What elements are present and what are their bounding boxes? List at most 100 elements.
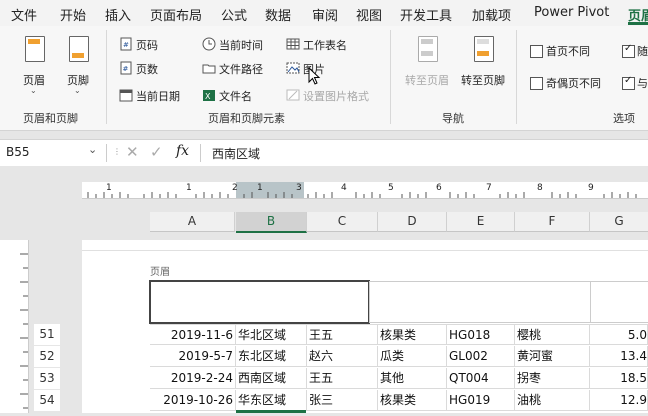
chevron-down-icon: ⌄ [74,86,81,95]
cell-region[interactable]: 东北区域 [236,346,307,367]
cell-code[interactable]: GL002 [447,346,515,367]
horizontal-ruler: 1 1 2 1 3 4 5 6 7 8 9 [82,182,648,199]
cell-value[interactable]: 5.0 [590,324,648,345]
column-header-e[interactable]: E [447,212,515,232]
align-margins-checkbox[interactable] [622,75,635,90]
cell-code[interactable]: QT004 [447,368,515,389]
goto-footer-label: 转至页脚 [461,74,505,87]
first-page-diff-label: 首页不同 [546,45,590,58]
header-left-section-input[interactable] [149,280,370,324]
tab-addins[interactable]: 加载项 [472,5,511,24]
header-center-section[interactable] [369,281,591,323]
chevron-down-icon[interactable]: ⌄ [88,143,97,156]
cell-person[interactable]: 赵六 [307,346,378,367]
ribbon: 页眉 ⌄ 页脚 ⌄ 页眉和页脚 # 页码 # 页数 当前日期 当前时间 文件路径… [0,26,648,131]
cell-person[interactable]: 王五 [307,368,378,389]
group-label-navigation: 导航 [442,112,464,125]
current-date-button[interactable]: 当前日期 [119,86,194,104]
tab-review[interactable]: 审阅 [312,5,338,24]
page-number-label: 页码 [136,39,158,52]
format-picture-button[interactable]: 设置图片格式 [286,86,386,104]
align-margins-label: 与 [637,77,648,90]
tab-home[interactable]: 开始 [60,5,86,24]
cell-category[interactable]: 其他 [378,368,447,389]
column-header-f[interactable]: F [515,212,590,232]
column-header-a[interactable]: A [150,212,235,232]
file-path-button[interactable]: 文件路径 [202,59,277,77]
page-count-button[interactable]: # 页数 [119,59,189,77]
format-picture-label: 设置图片格式 [303,90,369,103]
cell-category[interactable]: 核果类 [378,390,447,411]
chevron-down-icon: ⌄ [30,86,37,95]
cell-value[interactable]: 13.4 [590,346,648,367]
tab-power-pivot[interactable]: Power Pivot [534,5,609,20]
tab-file[interactable]: 文件 [11,5,37,24]
cell-region[interactable]: 华东区域 [236,390,307,411]
header-right-section[interactable] [590,281,648,323]
cell-person[interactable]: 张三 [307,390,378,411]
group-label-elements: 页眉和页脚元素 [208,112,285,125]
cell-date[interactable]: 2019-2-24 [150,368,236,389]
clock-icon [202,37,216,51]
cell-value[interactable]: 18.5 [590,368,648,389]
cell-value[interactable]: 12.9 [590,390,648,411]
column-header-c[interactable]: C [307,212,378,232]
scale-with-doc-checkbox[interactable] [622,43,635,58]
ruler-label: 5 [388,183,394,193]
cell-category[interactable]: 瓜类 [378,346,447,367]
sheet-name-button[interactable]: 工作表名 [286,35,361,53]
ruler-label: 4 [341,183,347,193]
goto-header-button[interactable]: 转至页眉 [402,34,452,87]
current-time-button[interactable]: 当前时间 [202,35,277,53]
picture-icon [286,62,300,74]
tab-view[interactable]: 视图 [356,5,382,24]
cell-date[interactable]: 2019-5-7 [150,346,236,367]
cell-region[interactable]: 华北区域 [236,324,307,345]
column-header-b[interactable]: B [236,212,307,233]
formula-input[interactable]: 西南区域 [212,145,260,162]
row-header-54[interactable]: 54 [34,390,60,411]
footer-doc-icon [69,36,89,62]
cell-date[interactable]: 2019-10-26 [150,390,236,411]
goto-footer-button[interactable]: 转至页脚 [457,34,509,87]
ruler-label: 7 [486,183,492,193]
tab-formulas[interactable]: 公式 [221,5,247,24]
row-header-51[interactable]: 51 [34,324,60,345]
cell-product[interactable]: 油桃 [515,390,590,411]
name-box[interactable]: B55 [6,145,30,159]
ruler-label: 3 [296,183,302,193]
insert-function-icon[interactable]: fx [176,143,189,159]
footer-button[interactable]: 页脚 ⌄ [56,34,100,95]
formula-bar: B55 ⌄ ⋮ ✕ ✓ fx 西南区域 [0,139,648,167]
confirm-icon[interactable]: ✓ [150,143,163,161]
column-header-g[interactable]: G [590,212,648,232]
column-header-d[interactable]: D [378,212,447,232]
cell-region[interactable]: 西南区域 [236,368,307,389]
cell-person[interactable]: 王五 [307,324,378,345]
divider [106,144,107,162]
cancel-icon[interactable]: ✕ [126,143,139,161]
calendar-icon [119,89,133,102]
tab-data[interactable]: 数据 [265,5,291,24]
page-number-button[interactable]: # 页码 [119,35,189,53]
tab-insert[interactable]: 插入 [105,5,131,24]
tab-developer[interactable]: 开发工具 [400,5,452,24]
first-page-diff-checkbox[interactable] [530,45,543,58]
row-header-52[interactable]: 52 [34,346,60,367]
header-button[interactable]: 页眉 ⌄ [12,34,56,95]
cell-date[interactable]: 2019-11-6 [150,324,236,345]
goto-header-icon [418,36,438,62]
odd-even-diff-checkbox[interactable] [530,77,543,90]
row-header-53[interactable]: 53 [34,368,60,389]
cell-code[interactable]: HG019 [447,390,515,411]
cell-product[interactable]: 黄河蜜 [515,346,590,367]
cell-code[interactable]: HG018 [447,324,515,345]
group-label-options: 选项 [613,112,635,125]
ruler-label: 8 [537,183,543,193]
cell-category[interactable]: 核果类 [378,324,447,345]
cell-product[interactable]: 樱桃 [515,324,590,345]
file-name-button[interactable]: X 文件名 [202,86,272,104]
cell-product[interactable]: 拐枣 [515,368,590,389]
ruler-label: 9 [588,183,594,193]
tab-page-layout[interactable]: 页面布局 [150,5,202,24]
